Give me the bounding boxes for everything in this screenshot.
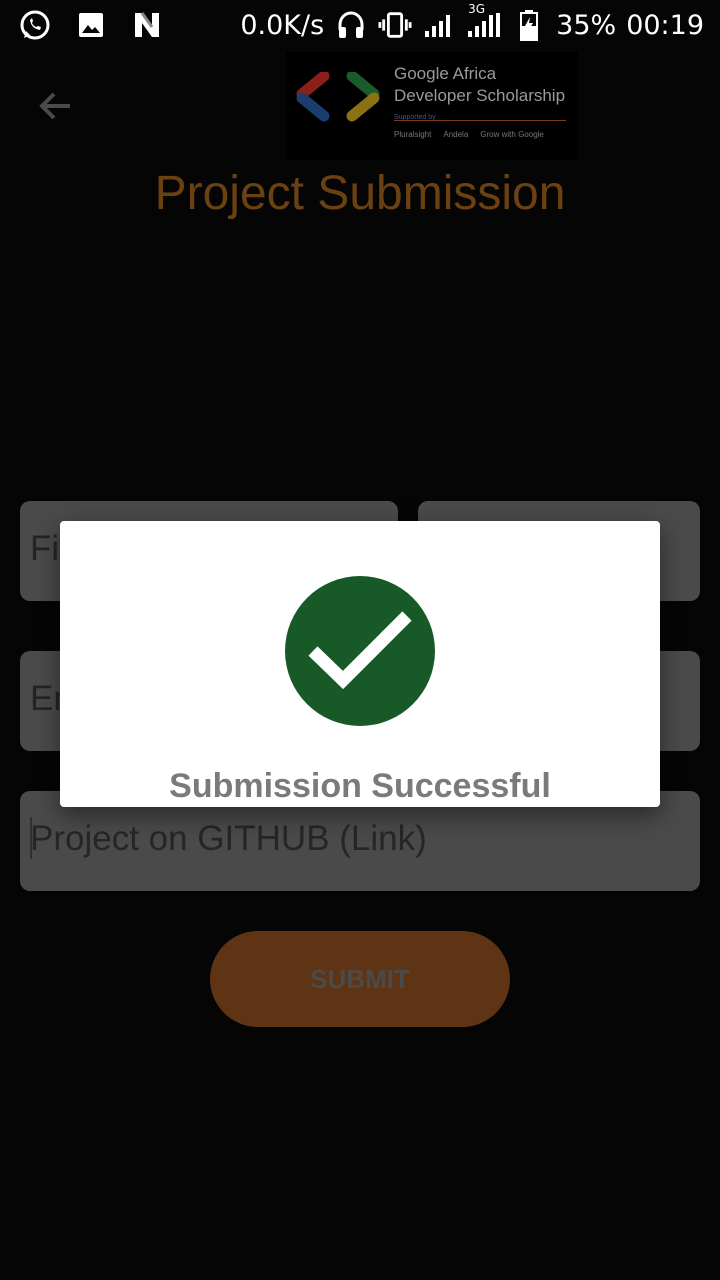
submit-button[interactable]: SUBMIT bbox=[210, 931, 510, 1027]
signal-icon bbox=[422, 8, 456, 42]
banner-title-line2: Developer Scholarship bbox=[394, 86, 566, 105]
headphones-icon bbox=[334, 8, 368, 42]
sponsor-pluralsight: Pluralsight bbox=[394, 130, 432, 139]
banner-divider bbox=[394, 120, 566, 121]
signal-3g-icon: 3G bbox=[466, 2, 502, 42]
whatsapp-icon bbox=[18, 8, 52, 42]
sponsor-grow-with-google: Grow with Google bbox=[480, 130, 544, 139]
success-badge bbox=[285, 576, 435, 726]
github-link-placeholder: Project on GITHUB (Link) bbox=[30, 819, 427, 858]
scholarship-banner: Google Africa Developer Scholarship Supp… bbox=[286, 52, 578, 160]
battery-percent: 35% bbox=[556, 9, 617, 41]
gallery-icon bbox=[74, 8, 108, 42]
back-button[interactable] bbox=[34, 84, 78, 128]
banner-sponsors: Pluralsight Andela Grow with Google bbox=[394, 130, 544, 139]
code-brackets-logo bbox=[296, 72, 380, 122]
battery-icon bbox=[512, 8, 546, 42]
success-dialog: Submission Successful bbox=[60, 521, 660, 807]
arrow-left-icon bbox=[39, 92, 70, 120]
status-bar: 0.0K/s 3G 35% 00:19 bbox=[0, 0, 720, 50]
checkmark-icon bbox=[308, 611, 412, 690]
page-title: Project Submission bbox=[154, 167, 566, 220]
banner-title-line1: Google Africa bbox=[394, 64, 497, 83]
network-type: 3G bbox=[468, 2, 486, 16]
clock: 00:19 bbox=[626, 9, 704, 41]
network-speed: 0.0K/s bbox=[240, 9, 325, 41]
sponsor-andela: Andela bbox=[443, 130, 469, 139]
n-icon bbox=[130, 8, 164, 42]
first-name-placeholder: Fi bbox=[30, 529, 60, 568]
dialog-message: Submission Successful bbox=[169, 767, 551, 805]
vibrate-icon bbox=[378, 8, 412, 42]
